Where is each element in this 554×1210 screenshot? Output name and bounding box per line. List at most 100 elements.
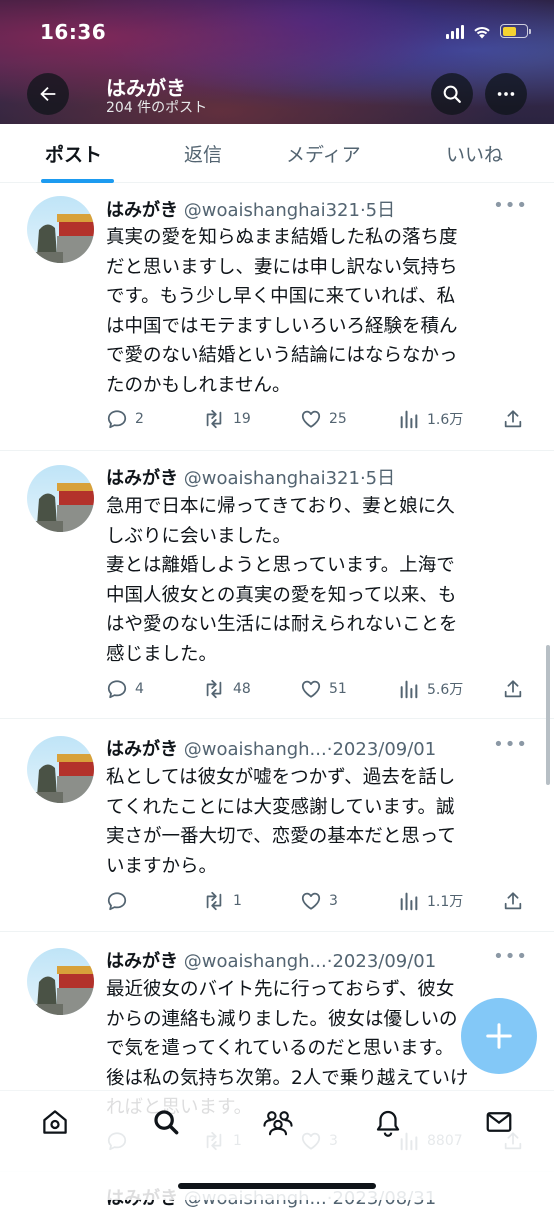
author-handle[interactable]: @woaishanghai321 <box>184 468 360 489</box>
post-more-icon[interactable]: ••• <box>493 734 528 755</box>
back-button[interactable] <box>27 73 69 115</box>
tab-likes[interactable]: いいね <box>446 140 503 167</box>
post-header: はみがき @woaishangh...·2023/09/01 <box>106 947 436 973</box>
analytics-icon <box>400 680 418 699</box>
analytics-icon <box>400 892 418 911</box>
mail-icon[interactable] <box>484 1107 514 1137</box>
reply-button[interactable]: 2 <box>106 408 144 430</box>
post-more-icon[interactable]: ••• <box>493 195 528 216</box>
repost-count: 19 <box>233 411 251 427</box>
profile-header-banner: 16:36 はみがき 204 件のポスト <box>0 0 554 124</box>
share-button[interactable] <box>502 678 524 700</box>
post-text: 急用で日本に帰ってきており、妻と娘に久 しぶりに会いました。 妻とは離婚しようと… <box>106 496 458 665</box>
share-icon <box>504 680 522 698</box>
avatar[interactable] <box>27 465 94 532</box>
post-item[interactable]: はみがき @woaishanghai321·5日 急用で日本に帰ってきており、妻… <box>0 451 554 719</box>
author-handle[interactable]: @woaishangh... <box>184 739 327 760</box>
views-button[interactable]: 1.6万 <box>398 408 463 430</box>
bell-icon[interactable] <box>373 1107 403 1137</box>
post-more-icon[interactable]: ••• <box>493 946 528 967</box>
reply-button[interactable] <box>106 890 135 912</box>
repost-count: 1 <box>233 893 242 909</box>
repost-icon <box>206 679 222 699</box>
home-icon[interactable] <box>40 1107 70 1137</box>
tab-replies[interactable]: 返信 <box>184 140 222 167</box>
reply-count: 4 <box>135 681 144 697</box>
reply-button[interactable]: 4 <box>106 678 144 700</box>
reply-icon <box>107 892 127 911</box>
tab-media[interactable]: メディア <box>286 140 361 167</box>
post-header: はみがき @woaishanghai321·5日 <box>106 196 395 222</box>
view-count: 1.6万 <box>427 412 464 428</box>
author-name[interactable]: はみがき <box>106 739 178 760</box>
battery-icon <box>500 24 531 38</box>
view-count: 5.6万 <box>427 682 464 698</box>
status-icons <box>446 23 531 39</box>
wifi-icon <box>474 26 490 38</box>
author-name[interactable]: はみがき <box>106 951 178 972</box>
post-time: ·5日 <box>359 468 396 489</box>
repost-count: 48 <box>233 681 251 697</box>
plus-icon <box>486 1023 512 1049</box>
avatar[interactable] <box>27 948 94 1015</box>
author-name[interactable]: はみがき <box>106 200 178 221</box>
like-button[interactable]: 51 <box>300 678 347 700</box>
avatar-image <box>27 948 94 1015</box>
author-handle[interactable]: @woaishanghai321 <box>184 200 360 221</box>
more-horizontal-icon <box>497 92 515 96</box>
arrow-left-icon <box>40 86 56 102</box>
search-icon <box>443 85 461 103</box>
share-icon <box>504 892 522 910</box>
scrollbar[interactable] <box>546 645 550 785</box>
post-time: ·2023/09/01 <box>326 739 437 760</box>
views-button[interactable]: 1.1万 <box>398 890 463 912</box>
more-options-button[interactable] <box>485 73 527 115</box>
post-time: ·5日 <box>359 200 396 221</box>
search-button[interactable] <box>431 73 473 115</box>
reply-icon <box>107 680 127 699</box>
share-icon <box>504 410 522 428</box>
repost-icon <box>206 409 222 429</box>
share-button[interactable] <box>502 890 524 912</box>
heart-icon <box>301 892 321 910</box>
post-actions: 4 48 51 5.6万 <box>106 678 526 702</box>
repost-icon <box>206 891 222 911</box>
author-name[interactable]: はみがき <box>106 468 178 489</box>
like-count: 3 <box>329 893 338 909</box>
post-item[interactable]: はみがき @woaishangh...·2023/09/01 ••• 私としては… <box>0 719 554 932</box>
avatar[interactable] <box>27 196 94 263</box>
share-button[interactable] <box>502 408 524 430</box>
post-text: 私としては彼女が嘘をつかず、過去を話し てくれたことには大変感謝しています。誠 … <box>106 767 456 877</box>
home-indicator <box>178 1183 376 1189</box>
post-header: はみがき @woaishangh...·2023/09/01 <box>106 735 436 761</box>
post-text: 真実の愛を知らぬまま結婚した私の落ち度 だと思いますし、妻には申し訳ない気持ち … <box>106 227 458 396</box>
reply-icon <box>107 410 127 429</box>
compose-post-button[interactable] <box>461 998 537 1074</box>
profile-tabs: ポスト 返信 メディア いいね <box>0 124 554 183</box>
heart-icon <box>301 410 321 428</box>
like-button[interactable]: 25 <box>300 408 347 430</box>
communities-icon[interactable] <box>262 1107 294 1137</box>
search-icon[interactable] <box>151 1107 181 1137</box>
signal-icon <box>446 23 464 39</box>
tab-posts[interactable]: ポスト <box>45 140 102 167</box>
post-actions: 2 19 25 1.6万 <box>106 408 526 432</box>
reply-count: 2 <box>135 411 144 427</box>
like-button[interactable]: 3 <box>300 890 338 912</box>
post-time: ·2023/09/01 <box>326 951 437 972</box>
like-count: 25 <box>329 411 347 427</box>
repost-button[interactable]: 48 <box>202 678 251 700</box>
like-count: 51 <box>329 681 347 697</box>
analytics-icon <box>400 410 418 429</box>
post-item[interactable]: はみがき @woaishanghai321·5日 ••• 真実の愛を知らぬまま結… <box>0 183 554 451</box>
post-actions: 1 3 1.1万 <box>106 890 526 914</box>
avatar-image <box>27 736 94 803</box>
repost-button[interactable]: 1 <box>202 890 242 912</box>
post-header: はみがき @woaishanghai321·5日 <box>106 464 395 490</box>
avatar-image <box>27 196 94 263</box>
author-handle[interactable]: @woaishangh... <box>184 951 327 972</box>
repost-button[interactable]: 19 <box>202 408 251 430</box>
heart-icon <box>301 680 321 698</box>
views-button[interactable]: 5.6万 <box>398 678 463 700</box>
avatar[interactable] <box>27 736 94 803</box>
